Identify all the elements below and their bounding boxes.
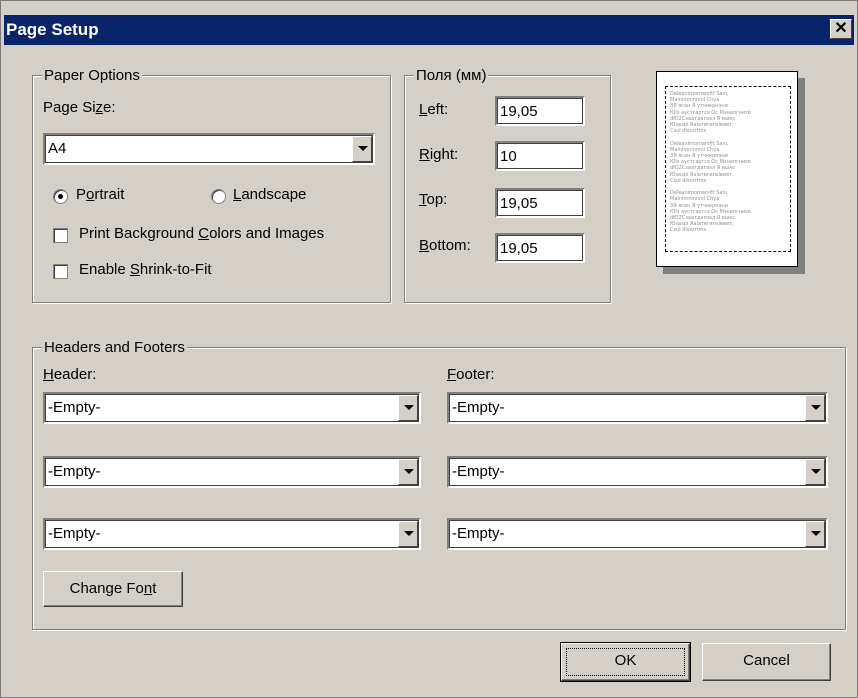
footer-label: Footer: — [447, 366, 495, 383]
cancel-button[interactable]: Cancel — [702, 643, 831, 681]
bottom-margin-label: Bottom: — [419, 237, 471, 254]
dialog-title: Page Setup — [6, 20, 99, 39]
close-icon: ✕ — [834, 20, 848, 37]
chevron-down-icon[interactable] — [352, 136, 372, 162]
page-size-value: A4 — [48, 140, 67, 157]
headers-footers-legend: Headers and Footers — [42, 339, 187, 356]
ok-button[interactable]: OK — [560, 642, 691, 682]
shrink-to-fit-checkbox[interactable] — [53, 264, 68, 279]
page-size-label: Page Size: — [43, 99, 116, 116]
landscape-label[interactable]: Landscape — [233, 186, 306, 203]
chevron-down-icon[interactable] — [805, 521, 825, 547]
chevron-down-icon[interactable] — [398, 459, 418, 485]
left-margin-label: Left: — [419, 101, 449, 118]
shrink-to-fit-label[interactable]: Enable Shrink-to-Fit — [79, 261, 212, 278]
page-setup-dialog: Page Setup ✕ Paper Options Page Size: A4… — [0, 0, 858, 698]
preview-text: Deleanimomarsfit Sanı, Mainimninnnil Chya… — [670, 91, 774, 234]
landscape-radio[interactable] — [211, 189, 226, 204]
change-font-label: Change Font — [69, 580, 157, 597]
header-select-1[interactable]: -Empty- — [43, 392, 421, 424]
footer-select-1[interactable]: -Empty- — [447, 392, 828, 424]
footer-select-2[interactable]: -Empty- — [447, 456, 828, 488]
preview-line: Сsul dlsszrtms — [670, 227, 707, 234]
page-size-select[interactable]: A4 — [43, 133, 375, 165]
chevron-down-icon[interactable] — [398, 521, 418, 547]
top-margin-input[interactable]: 19,05 — [495, 188, 585, 218]
header-select-2[interactable]: -Empty- — [43, 456, 421, 488]
chevron-down-icon[interactable] — [805, 395, 825, 421]
preview-margin-outline: Deleanimomarsfit Sanı, Mainimninnnil Chya… — [665, 86, 791, 252]
close-button[interactable]: ✕ — [830, 19, 852, 39]
top-margin-label: Top: — [419, 191, 448, 208]
right-margin-label: Right: — [419, 146, 459, 163]
margins-legend: Поля (мм) — [414, 67, 489, 84]
header-select-3[interactable]: -Empty- — [43, 518, 421, 550]
chevron-down-icon[interactable] — [805, 459, 825, 485]
chevron-down-icon[interactable] — [398, 395, 418, 421]
page-preview-icon: Deleanimomarsfit Sanı, Mainimninnnil Chya… — [656, 71, 798, 267]
print-background-checkbox[interactable] — [53, 228, 68, 243]
print-background-label[interactable]: Print Background Colors and Images — [79, 225, 324, 242]
right-margin-input[interactable]: 10 — [495, 141, 585, 171]
footer-select-3[interactable]: -Empty- — [447, 518, 828, 550]
title-bar[interactable]: Page Setup ✕ — [4, 15, 854, 45]
bottom-margin-input[interactable]: 19,05 — [495, 233, 585, 263]
header-label: Header: — [43, 366, 97, 383]
change-font-button[interactable]: Change Font — [43, 571, 183, 607]
portrait-radio[interactable] — [53, 189, 68, 204]
portrait-label[interactable]: Portrait — [76, 186, 124, 203]
left-margin-input[interactable]: 19,05 — [495, 96, 585, 126]
paper-options-legend: Paper Options — [42, 67, 142, 84]
